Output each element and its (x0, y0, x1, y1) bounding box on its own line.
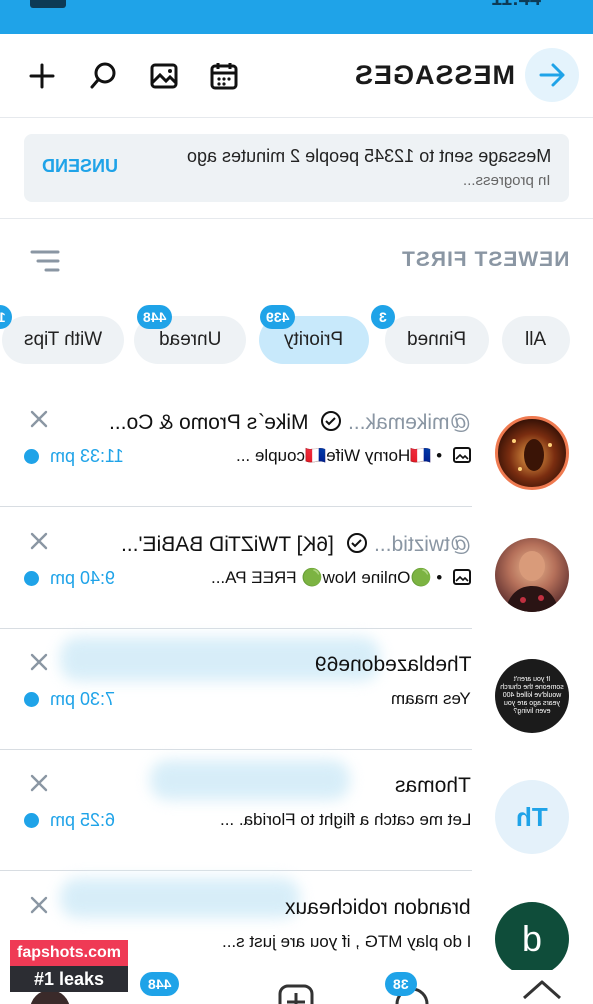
close-icon[interactable] (28, 894, 50, 916)
search-icon[interactable] (85, 58, 121, 94)
filter-chip-priority[interactable]: Priority 439 (259, 305, 369, 364)
unread-dot (24, 571, 39, 586)
conversation-row[interactable]: If you aren't someone the church would'v… (0, 629, 593, 750)
back-button[interactable] (525, 48, 579, 102)
status-bar: 11:44 (0, 0, 593, 34)
message-preview: • 🟢Online Now🟢 FREE PA... (211, 568, 471, 591)
close-icon[interactable] (28, 408, 50, 430)
filter-chip-all[interactable]: All (502, 316, 570, 364)
unread-dot (24, 692, 39, 707)
avatar[interactable]: Th (495, 780, 569, 854)
filter-badge: 439 (259, 305, 295, 329)
close-icon[interactable] (28, 530, 50, 552)
conversation-row[interactable]: [6K] TWiZTiD BABiE'... @twiztid... • 🟢On… (0, 508, 593, 629)
message-preview: I do play MTG , if you are just s... (221, 932, 471, 951)
conversation-name: [6K] TWiZTiD BABiE'... @twiztid... (121, 532, 471, 560)
redaction-blur (60, 878, 300, 918)
message-time: 7:30 pm (50, 689, 116, 709)
image-attachment-icon (453, 568, 471, 591)
message-time: 9:40 pm (50, 568, 116, 588)
notification-badge: 448 (140, 972, 180, 996)
sort-label[interactable]: NEWEST FIRST (401, 248, 569, 272)
message-time: 11:33 pm (50, 446, 124, 466)
filter-badge: 448 (136, 305, 172, 329)
avatar-initials: d (521, 918, 543, 959)
add-post-icon[interactable] (278, 984, 314, 1004)
unsend-button[interactable]: UNSEND (42, 156, 118, 177)
calendar-icon[interactable] (206, 58, 242, 94)
banner-status: In progress... (463, 172, 551, 189)
verified-badge-icon (346, 532, 368, 560)
avatar[interactable]: d (495, 902, 569, 976)
divider (0, 218, 593, 219)
close-icon[interactable] (28, 772, 50, 794)
filter-badge: 3 (371, 305, 395, 329)
mass-message-banner: Message sent to 12345 people 2 minutes a… (24, 134, 569, 202)
messages-badge: 38 (385, 972, 417, 996)
conversation-name: Mike´s Promo & Co... @mikemak... (109, 410, 471, 438)
filter-badge: 16 (0, 305, 12, 329)
row-divider (0, 870, 472, 871)
conversation-name: Theblazedone69 (314, 653, 471, 676)
redaction-blur (150, 760, 350, 800)
sort-icon[interactable] (28, 246, 62, 276)
conversation-row[interactable]: Th Thomas Let me catch a flight to Flori… (0, 750, 593, 871)
filter-chip-with-tips[interactable]: With Tips 16 (0, 305, 124, 364)
home-icon[interactable] (520, 978, 564, 1004)
message-preview: Yes maam (391, 689, 471, 708)
conversation-name: Thomas (395, 774, 471, 797)
close-icon[interactable] (28, 651, 50, 673)
clock-fragment: 11:44 (491, 0, 541, 11)
conversation-row[interactable]: Mike´s Promo & Co... @mikemak... • 🇫🇷Hor… (0, 386, 593, 507)
message-time: 6:25 pm (50, 810, 116, 830)
avatar[interactable] (495, 416, 569, 490)
verified-badge-icon (320, 410, 342, 438)
message-preview: • 🇫🇷Horny Wife🇫🇷couple ... (236, 446, 471, 469)
watermark-tag: #1 leaks (10, 966, 128, 992)
avatar-initials: Th (516, 801, 548, 832)
conversation-name: brandon robicheaux (285, 896, 471, 919)
unread-dot (24, 813, 39, 828)
page-title: MESSAGES (353, 60, 515, 90)
banner-message: Message sent to 12345 people 2 minutes a… (186, 146, 551, 166)
header: MESSAGES (0, 34, 593, 118)
watermark-site: fapshots.com (10, 940, 128, 966)
filter-chip-unread[interactable]: Unread 448 (134, 305, 246, 364)
plus-icon[interactable] (24, 58, 60, 94)
message-preview: Let me catch a flight to Florida. ... (219, 810, 471, 829)
image-icon[interactable] (146, 58, 182, 94)
avatar-meme-text: If you aren't someone the church would'v… (500, 676, 564, 715)
arrow-back-icon (539, 63, 565, 87)
image-attachment-icon (453, 446, 471, 469)
network-indicator-icon (30, 0, 66, 8)
row-divider (0, 506, 472, 507)
profile-avatar-icon[interactable] (30, 990, 70, 1004)
unread-dot (24, 449, 39, 464)
watermark: fapshots.com #1 leaks (10, 940, 128, 992)
avatar[interactable]: If you aren't someone the church would'v… (495, 659, 569, 733)
filter-chip-pinned[interactable]: Pinned 3 (371, 305, 489, 364)
avatar[interactable] (495, 538, 569, 612)
